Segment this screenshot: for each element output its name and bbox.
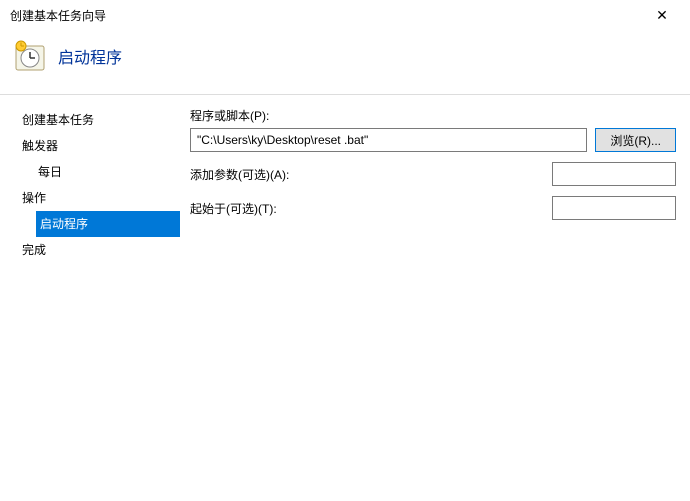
wizard-clock-icon: [14, 40, 46, 72]
close-icon: ✕: [656, 7, 668, 24]
arguments-label: 添加参数(可选)(A):: [190, 166, 530, 183]
program-label: 程序或脚本(P):: [190, 107, 676, 124]
program-path-input[interactable]: [190, 128, 587, 152]
step-action[interactable]: 操作: [20, 185, 190, 211]
window-title: 创建基本任务向导: [10, 7, 106, 24]
page-title: 启动程序: [58, 44, 122, 68]
start-in-label: 起始于(可选)(T):: [190, 200, 530, 217]
start-in-input[interactable]: [552, 196, 676, 220]
close-button[interactable]: ✕: [642, 1, 682, 29]
step-trigger[interactable]: 触发器: [20, 133, 190, 159]
browse-button[interactable]: 浏览(R)...: [595, 128, 676, 152]
step-trigger-daily[interactable]: 每日: [20, 159, 190, 185]
arguments-input[interactable]: [552, 162, 676, 186]
step-create-basic-task[interactable]: 创建基本任务: [20, 107, 190, 133]
step-action-start-program[interactable]: 启动程序: [36, 211, 180, 237]
step-finish[interactable]: 完成: [20, 237, 190, 263]
wizard-steps-sidebar: 创建基本任务 触发器 每日 操作 启动程序 完成: [0, 107, 190, 263]
